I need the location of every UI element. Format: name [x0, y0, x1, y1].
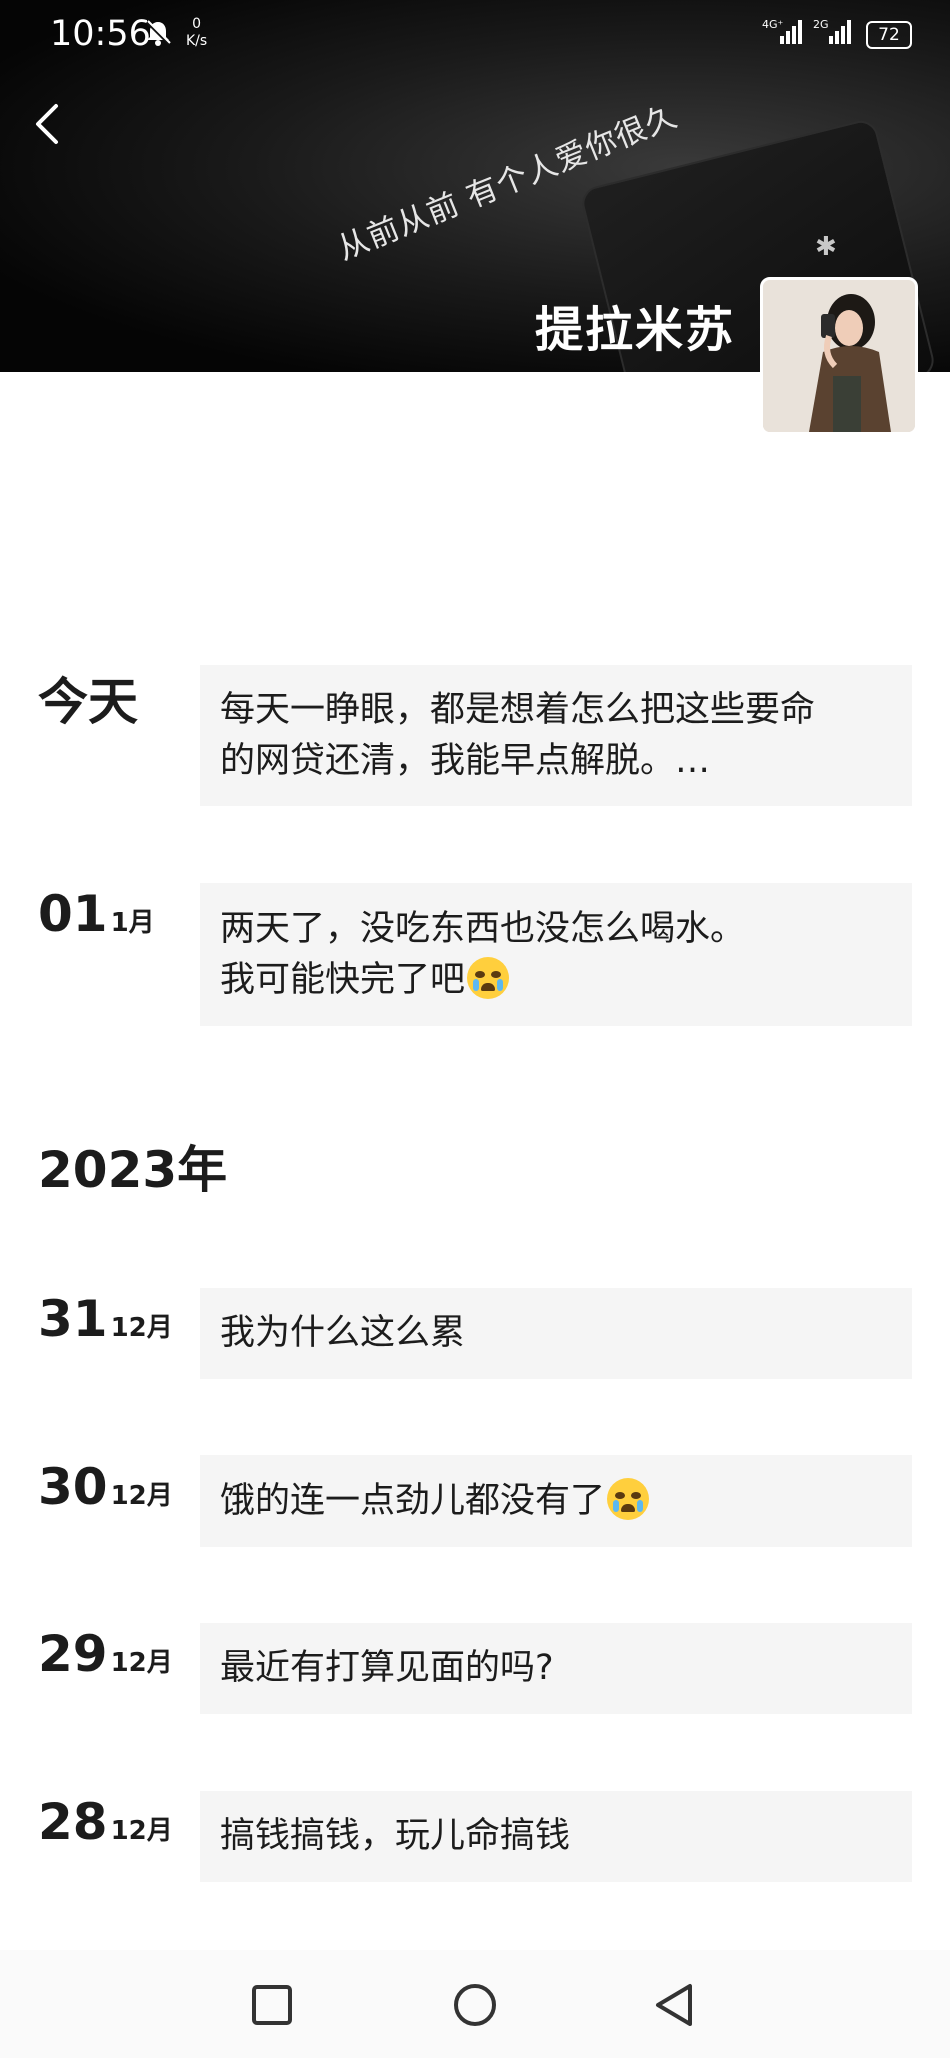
network-speed-value: 0 [192, 16, 202, 32]
post-bubble[interactable]: 每天一睁眼，都是想着怎么把这些要命 的网贷还清，我能早点解脱。… [200, 665, 912, 806]
post-date: 29 12月 [38, 1625, 173, 1683]
post-month: 12月 [110, 1648, 173, 1678]
post-bubble[interactable]: 两天了，没吃东西也没怎么喝水。 我可能快完了吧 [200, 883, 912, 1026]
post-date: 28 12月 [38, 1793, 173, 1851]
post-text: 我为什么这么累 [220, 1313, 466, 1353]
crying-face-icon [607, 1477, 650, 1520]
post-day: 30 [38, 1458, 108, 1516]
post-month: 12月 [110, 1481, 173, 1511]
avatar-photo [763, 280, 915, 432]
profile-nickname: 提拉米苏 [535, 302, 736, 358]
triangle-back-icon[interactable] [650, 1980, 700, 2030]
network-speed: 0 K/s [186, 16, 207, 50]
post-date-today: 今天 [38, 673, 138, 731]
post-date: 01 1月 [38, 885, 155, 943]
post-bubble[interactable]: 搞钱搞钱，玩儿命搞钱 [200, 1791, 912, 1882]
post-month: 12月 [110, 1816, 173, 1846]
post-text: 每天一睁眼，都是想着怎么把这些要命 的网贷还清，我能早点解脱。… [220, 689, 816, 781]
post-bubble[interactable]: 我为什么这么累 [200, 1288, 912, 1379]
post-text: 饿的连一点劲儿都没有了 [220, 1480, 606, 1521]
post-day: 01 [38, 885, 108, 943]
post-month: 1月 [110, 908, 155, 938]
bell-off-icon [145, 20, 171, 46]
avatar[interactable] [760, 277, 918, 435]
post-day: 31 [38, 1290, 108, 1348]
year-header: 2023年 [38, 1141, 228, 1199]
system-navigation-bar [0, 1950, 950, 2058]
cover-star-glyph: ✱ [815, 232, 837, 262]
battery-indicator: 72 [866, 21, 912, 49]
post-month: 12月 [110, 1313, 173, 1343]
post-day: 28 [38, 1793, 108, 1851]
network-speed-unit: K/s [186, 33, 208, 49]
post-day: 29 [38, 1625, 108, 1683]
crying-face-icon [467, 956, 510, 999]
status-time: 10:56 [50, 14, 151, 54]
circle-icon[interactable] [450, 1980, 500, 2030]
post-bubble[interactable]: 饿的连一点劲儿都没有了 [200, 1455, 912, 1547]
status-bar: 10:56 0 K/s 4G⁺ 2G 72 [0, 0, 950, 70]
square-icon[interactable] [247, 1980, 297, 2030]
post-date: 31 12月 [38, 1290, 173, 1348]
post-text-wrap: 两天了，没吃东西也没怎么喝水。 我可能快完了吧 [220, 904, 745, 1006]
post-date: 30 12月 [38, 1458, 173, 1516]
chevron-left-icon[interactable] [30, 100, 66, 148]
post-text: 最近有打算见面的吗? [220, 1648, 554, 1688]
post-text: 搞钱搞钱，玩儿命搞钱 [220, 1816, 571, 1856]
post-text-wrap: 饿的连一点劲儿都没有了 [220, 1476, 650, 1527]
post-bubble[interactable]: 最近有打算见面的吗? [200, 1623, 912, 1714]
